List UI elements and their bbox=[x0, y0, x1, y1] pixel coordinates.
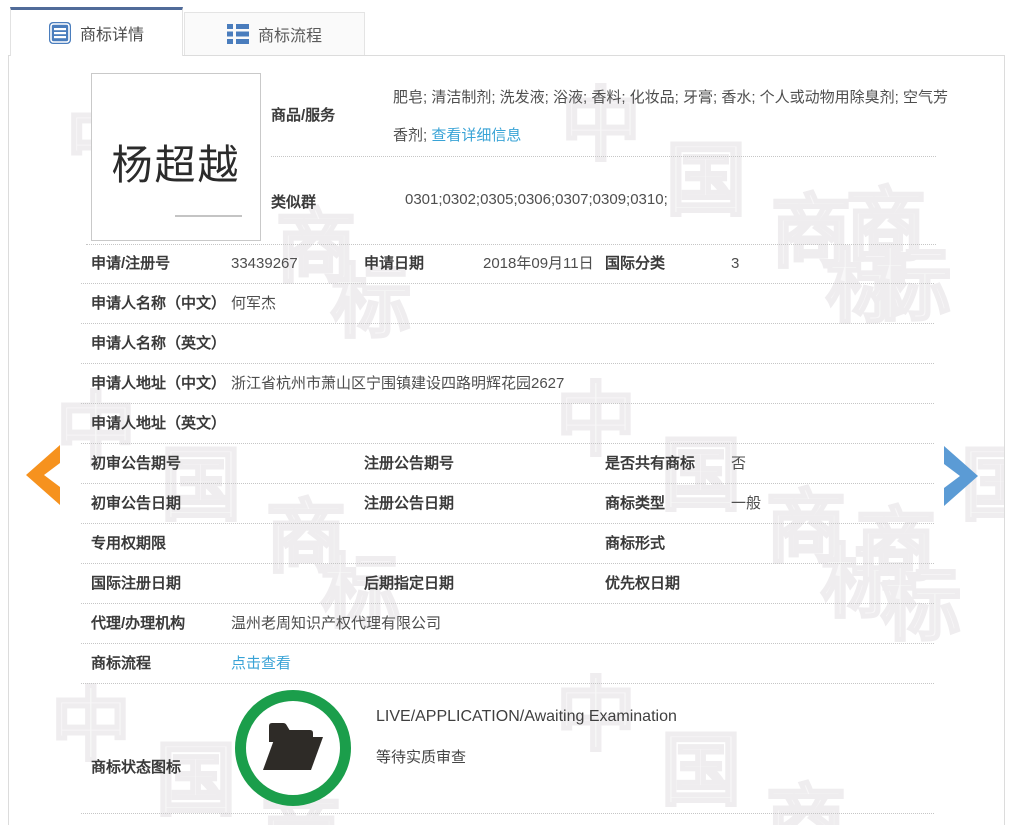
goods-services-label: 商品/服务 bbox=[271, 104, 335, 125]
trademark-image-text: 杨超越 bbox=[92, 131, 260, 191]
similar-group-value: 0301;0302;0305;0306;0307;0309;0310; bbox=[405, 191, 668, 208]
field-label: 商标类型 bbox=[605, 484, 665, 523]
field-label: 申请日期 bbox=[364, 244, 424, 283]
status-text-cn: 等待实质审查 bbox=[376, 746, 466, 767]
trademark-image: 杨超越 bbox=[91, 73, 261, 241]
field-label: 专用权期限 bbox=[91, 524, 166, 563]
next-arrow-button[interactable] bbox=[940, 442, 988, 515]
field-label: 申请/注册号 bbox=[91, 244, 170, 283]
field-value: 浙江省杭州市萧山区宁围镇建设四路明辉花园2627 bbox=[231, 364, 564, 403]
row-agent: 代理/办理机构 温州老周知识产权代理有限公司 bbox=[81, 604, 934, 644]
trademark-image-underline bbox=[175, 215, 242, 217]
field-label: 商标流程 bbox=[91, 644, 151, 683]
similar-group-label: 类似群 bbox=[271, 191, 316, 212]
field-label: 初审公告期号 bbox=[91, 444, 181, 483]
view-details-link[interactable]: 查看详细信息 bbox=[431, 127, 521, 144]
click-to-view-link[interactable]: 点击查看 bbox=[231, 644, 291, 683]
field-label: 申请人名称（英文） bbox=[91, 324, 226, 363]
field-value: 否 bbox=[731, 444, 746, 483]
row-trademark-process: 商标流程 点击查看 bbox=[81, 644, 934, 684]
details-panel: 中国商标中国商标中国商标中国商标中国商标中国商标商标国商标 杨超越 商品/服务 … bbox=[8, 55, 1005, 825]
row-applicant-address-cn: 申请人地址（中文） 浙江省杭州市萧山区宁围镇建设四路明辉花园2627 bbox=[81, 364, 934, 404]
field-label: 国际分类 bbox=[605, 244, 665, 283]
field-label: 申请人地址（英文） bbox=[91, 404, 226, 443]
field-label: 国际注册日期 bbox=[91, 564, 181, 603]
grid-icon bbox=[227, 23, 249, 45]
row-application-number: 申请/注册号 33439267 申请日期 2018年09月11日 国际分类 3 bbox=[81, 244, 934, 284]
field-label: 后期指定日期 bbox=[364, 564, 454, 603]
field-value: 2018年09月11日 bbox=[483, 244, 594, 283]
status-circle bbox=[235, 690, 351, 806]
field-label: 申请人名称（中文） bbox=[91, 284, 226, 323]
goods-services-value-line1: 肥皂; 清洁制剂; 洗发液; 浴液; 香料; 化妆品; 牙膏; 香水; 个人或动… bbox=[393, 86, 948, 107]
field-label: 注册公告期号 bbox=[364, 444, 454, 483]
previous-arrow-button[interactable] bbox=[16, 441, 64, 514]
row-applicant-name-en: 申请人名称（英文） bbox=[81, 324, 934, 364]
field-value: 33439267 bbox=[231, 244, 298, 283]
row-exclusive-right-period: 专用权期限 商标形式 bbox=[81, 524, 934, 564]
field-label: 是否共有商标 bbox=[605, 444, 695, 483]
field-label: 注册公告日期 bbox=[364, 484, 454, 523]
field-value: 何军杰 bbox=[231, 284, 276, 323]
tab-label: 商标流程 bbox=[258, 22, 322, 46]
field-value: 一般 bbox=[731, 484, 761, 523]
row-applicant-name-cn: 申请人名称（中文） 何军杰 bbox=[81, 284, 934, 324]
field-label: 代理/办理机构 bbox=[91, 604, 185, 643]
field-label: 申请人地址（中文） bbox=[91, 364, 226, 403]
open-folder-icon bbox=[260, 718, 326, 779]
row-applicant-address-en: 申请人地址（英文） bbox=[81, 404, 934, 444]
field-value: 3 bbox=[731, 244, 739, 283]
field-label: 商标形式 bbox=[605, 524, 665, 563]
field-value: 温州老周知识产权代理有限公司 bbox=[231, 604, 441, 643]
row-trademark-status: 商标状态图标 LIVE/APPLICATION/Awaiting Examina… bbox=[81, 684, 934, 814]
tab-label: 商标详情 bbox=[80, 21, 144, 45]
goods-services-value-line2: 香剂; 查看详细信息 bbox=[393, 124, 521, 145]
field-label: 优先权日期 bbox=[605, 564, 680, 603]
status-label: 商标状态图标 bbox=[91, 756, 181, 777]
tab-trademark-details[interactable]: 商标详情 bbox=[10, 7, 183, 56]
field-label: 初审公告日期 bbox=[91, 484, 181, 523]
status-text-en: LIVE/APPLICATION/Awaiting Examination bbox=[376, 708, 677, 726]
row-first-gazette-number: 初审公告期号 注册公告期号 是否共有商标 否 bbox=[81, 444, 934, 484]
tab-trademark-process[interactable]: 商标流程 bbox=[184, 12, 365, 55]
row-international-reg-date: 国际注册日期 后期指定日期 优先权日期 bbox=[81, 564, 934, 604]
row-first-gazette-date: 初审公告日期 注册公告日期 商标类型 一般 bbox=[81, 484, 934, 524]
list-icon bbox=[49, 22, 71, 44]
separator-line bbox=[271, 156, 936, 157]
goods-services-value-line2-text: 香剂; bbox=[393, 127, 427, 144]
trademark-details-page: 商标详情 商标流程 中国商标中国商标中国商标中国商标中国商标中国商标商标国商标 … bbox=[0, 0, 1013, 825]
